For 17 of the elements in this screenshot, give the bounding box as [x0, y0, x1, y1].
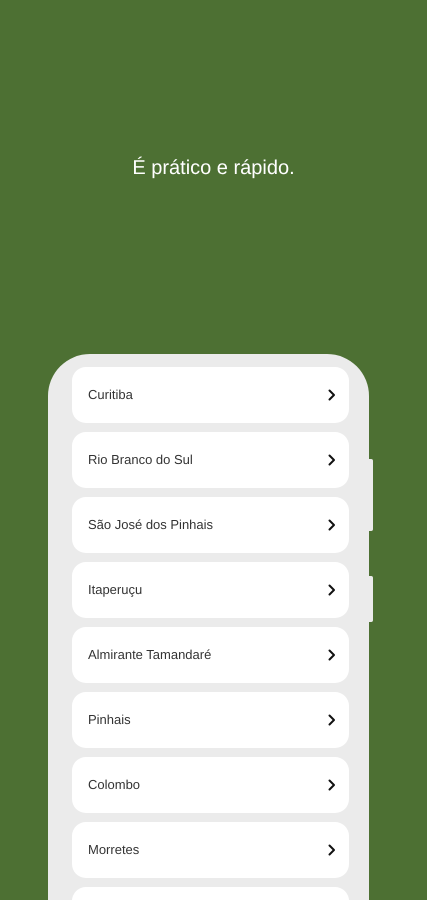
city-list-item[interactable]: São José dos Pinhais — [72, 497, 349, 553]
city-list-item[interactable]: Colombo — [72, 757, 349, 813]
chevron-right-icon — [328, 649, 336, 661]
chevron-right-icon — [328, 389, 336, 401]
city-list-item[interactable]: Itaperuçu — [72, 562, 349, 618]
chevron-right-icon — [328, 779, 336, 791]
city-list-item[interactable]: Curitiba — [72, 367, 349, 423]
chevron-right-icon — [328, 519, 336, 531]
chevron-right-icon — [328, 454, 336, 466]
city-list-item[interactable]: Rio Branco do Sul — [72, 432, 349, 488]
headline: É prático e rápido. — [132, 156, 295, 181]
city-list-item[interactable]: Almirante Tamandaré — [72, 627, 349, 683]
city-list-item[interactable]: Pinhais — [72, 692, 349, 748]
chevron-right-icon — [328, 844, 336, 856]
chevron-right-icon — [328, 714, 336, 726]
city-list-item[interactable]: Morretes — [72, 822, 349, 878]
chevron-right-icon — [328, 584, 336, 596]
